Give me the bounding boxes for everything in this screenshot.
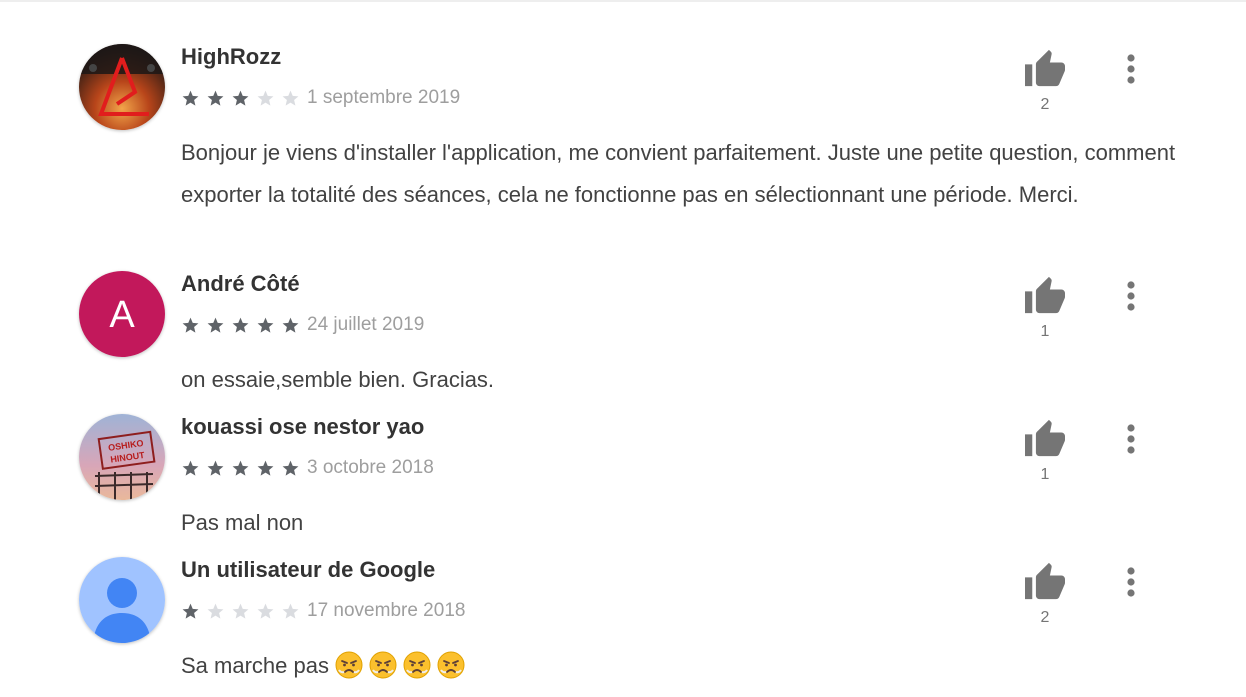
review-date: 3 octobre 2018: [307, 457, 434, 478]
more-vert-icon[interactable]: [1116, 422, 1146, 456]
review-author: kouassi ose nestor yao: [181, 414, 425, 439]
star-rating: [181, 602, 306, 621]
thumb-up-icon[interactable]: [1022, 275, 1068, 315]
review-author: HighRozz: [181, 44, 282, 69]
emoji: [335, 651, 363, 679]
review-date: 24 juillet 2019: [307, 314, 425, 335]
review-author: Un utilisateur de Google: [181, 557, 436, 582]
more-vert-icon[interactable]: [1116, 52, 1146, 86]
avatar[interactable]: [79, 557, 165, 643]
star-filled-icon: [207, 90, 224, 106]
star-empty-icon: [282, 603, 299, 619]
star-filled-icon: [232, 90, 249, 106]
review-meta: 17 novembre 2018: [181, 599, 465, 623]
default-user-icon: [79, 557, 165, 643]
review-date: 17 novembre 2018: [307, 600, 466, 621]
like-count: 2: [1040, 96, 1050, 113]
emoji: [437, 651, 465, 679]
star-filled-icon: [282, 317, 299, 333]
star-empty-icon: [257, 603, 274, 619]
review-meta: 24 juillet 2019: [181, 313, 424, 337]
star-filled-icon: [182, 603, 199, 619]
review-text: Sa marche pas: [181, 653, 329, 678]
star-filled-icon: [182, 317, 199, 333]
avatar[interactable]: OSHIKO HINOUT: [79, 414, 165, 500]
star-filled-icon: [232, 317, 249, 333]
star-filled-icon: [207, 317, 224, 333]
review-text: Pas mal non: [181, 510, 304, 535]
emoji: [403, 651, 431, 679]
like-count: 1: [1040, 466, 1050, 483]
review-text: on essaie,semble bien. Gracias.: [181, 367, 495, 392]
thumb-up-icon[interactable]: [1022, 48, 1068, 88]
thumb-up-icon[interactable]: [1022, 561, 1068, 601]
star-rating: [181, 316, 306, 335]
star-filled-icon: [232, 460, 249, 476]
thumb-up-icon[interactable]: [1022, 418, 1068, 458]
emoji: [369, 651, 397, 679]
avatar[interactable]: A: [79, 271, 165, 357]
avatar-letter: A: [109, 294, 135, 336]
avatar[interactable]: [79, 44, 165, 130]
top-divider: [0, 0, 1246, 2]
star-rating: [181, 89, 306, 108]
star-empty-icon: [232, 603, 249, 619]
review-author: André Côté: [181, 271, 300, 296]
review-text-container: Sa marche pas: [181, 645, 1191, 687]
star-filled-icon: [182, 460, 199, 476]
star-empty-icon: [207, 603, 224, 619]
star-filled-icon: [257, 317, 274, 333]
emoji-row: [335, 651, 471, 679]
star-filled-icon: [257, 460, 274, 476]
review-text: Bonjour je viens d'installer l'applicati…: [181, 140, 1176, 207]
review-meta: 1 septembre 2019: [181, 86, 460, 110]
star-empty-icon: [282, 90, 299, 106]
like-count: 2: [1040, 609, 1050, 626]
review-meta: 3 octobre 2018: [181, 456, 434, 480]
star-empty-icon: [257, 90, 274, 106]
star-filled-icon: [182, 90, 199, 106]
review-date: 1 septembre 2019: [307, 87, 461, 108]
star-filled-icon: [207, 460, 224, 476]
star-filled-icon: [282, 460, 299, 476]
star-rating: [181, 459, 306, 478]
more-vert-icon[interactable]: [1116, 565, 1146, 599]
like-count: 1: [1040, 323, 1050, 340]
more-vert-icon[interactable]: [1116, 279, 1146, 313]
